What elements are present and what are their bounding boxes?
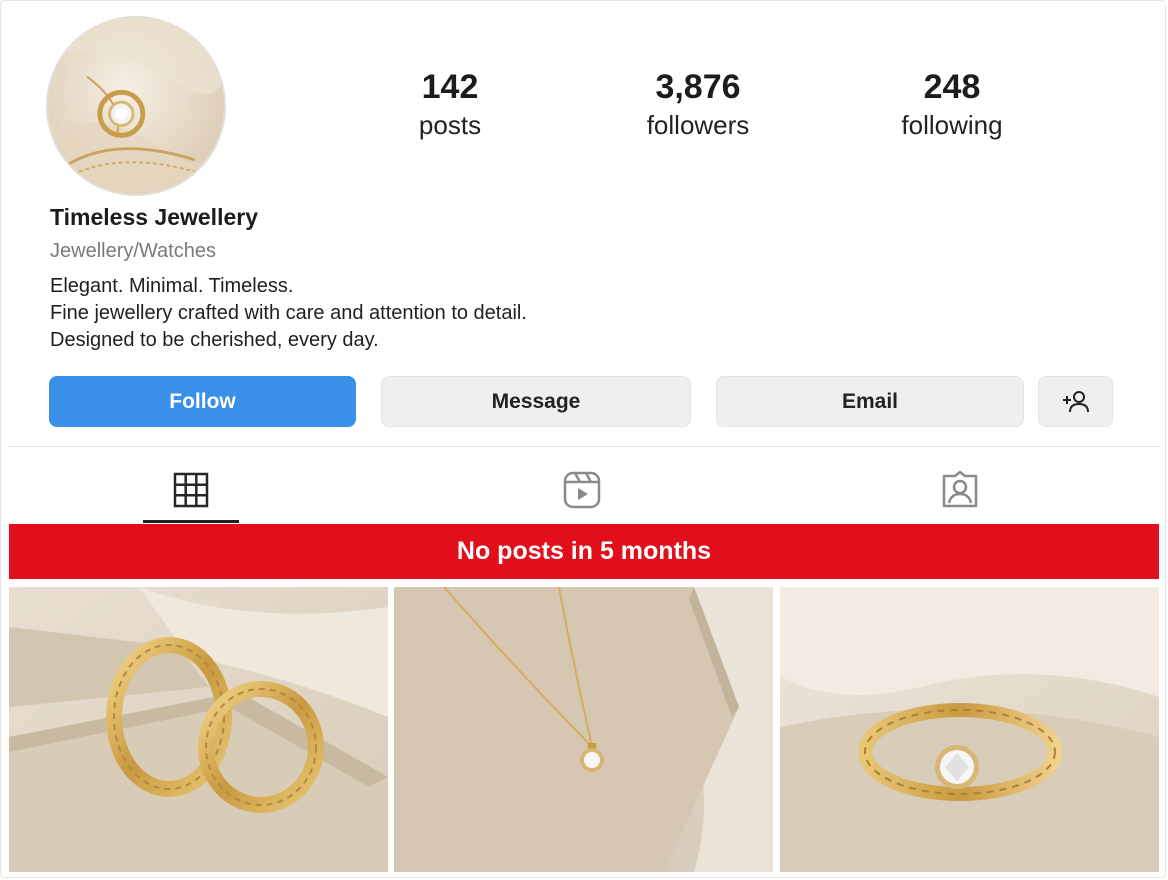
profile-category: Jewellery/Watches	[50, 240, 216, 262]
stat-posts-label: posts	[418, 110, 482, 140]
inactivity-banner: No posts in 5 months	[9, 524, 1159, 579]
post-thumbnail[interactable]	[780, 587, 1159, 872]
gold-solitaire-ring	[780, 587, 1159, 872]
tab-posts[interactable]	[143, 458, 239, 522]
stat-followers[interactable]: 3,876 followers	[598, 66, 798, 142]
active-tab-indicator	[143, 520, 239, 523]
follow-button[interactable]: Follow	[49, 376, 356, 427]
stat-following-label: following	[901, 110, 1003, 140]
gold-pendant-necklace	[394, 587, 773, 872]
person-plus-icon	[1062, 390, 1089, 412]
profile-bio: Elegant. Minimal. Timeless. Fine jewelle…	[50, 273, 527, 354]
profile-avatar[interactable]	[46, 16, 226, 196]
bio-line: Designed to be cherished, every day.	[50, 329, 379, 351]
stat-followers-count: 3,876	[655, 68, 741, 106]
section-divider	[9, 446, 1159, 447]
tagged-icon	[942, 470, 978, 508]
grid-icon	[173, 472, 209, 508]
message-button[interactable]: Message	[381, 376, 691, 427]
gold-hoop-earrings	[9, 587, 388, 872]
post-thumbnail[interactable]	[394, 587, 773, 872]
stat-posts[interactable]: 142 posts	[350, 66, 550, 142]
gold-pendant-photo	[48, 18, 224, 194]
stat-followers-label: followers	[646, 110, 750, 140]
tab-tagged[interactable]	[912, 458, 1008, 522]
stat-following[interactable]: 248 following	[852, 66, 1052, 142]
tab-reels[interactable]	[534, 458, 630, 522]
profile-username: Timeless Jewellery	[50, 204, 258, 230]
add-user-button[interactable]	[1038, 376, 1113, 427]
stat-following-count: 248	[923, 68, 981, 106]
post-thumbnail[interactable]	[9, 587, 388, 872]
stat-posts-count: 142	[421, 68, 479, 106]
bio-line: Fine jewellery crafted with care and att…	[50, 302, 527, 324]
bio-line: Elegant. Minimal. Timeless.	[50, 275, 294, 297]
email-button[interactable]: Email	[716, 376, 1024, 427]
reels-icon	[563, 471, 601, 509]
